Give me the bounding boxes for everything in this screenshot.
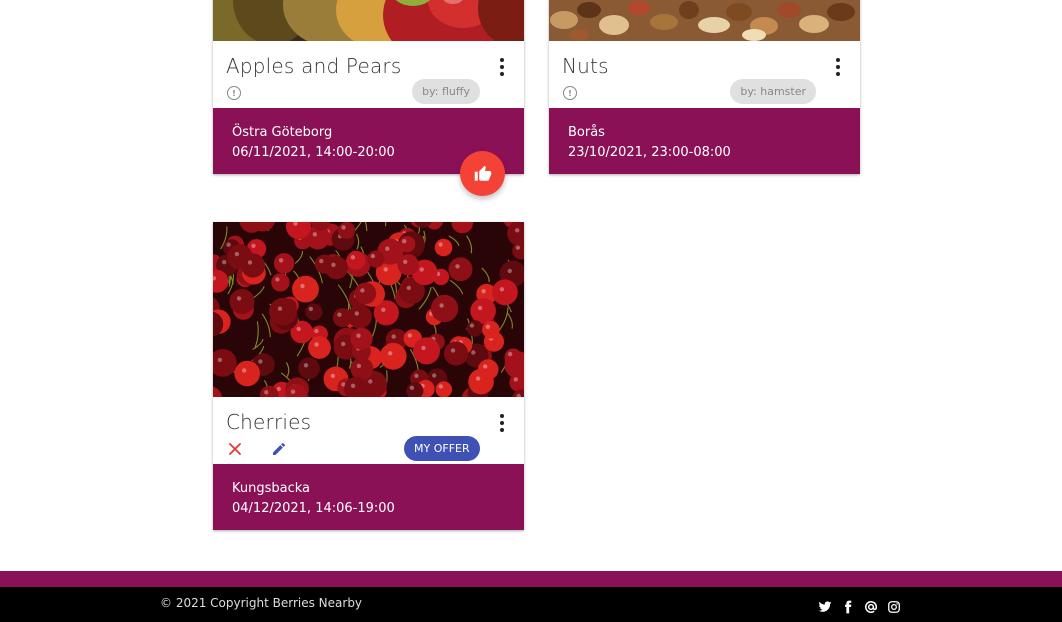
nuts-image[interactable]	[549, 0, 860, 41]
location-text: Östra Göteborg	[232, 125, 333, 140]
card-header: Nuts by: hamster	[549, 41, 860, 108]
card-details: Borås 23/10/2021, 23:00-08:00	[549, 108, 860, 174]
delete-button[interactable]	[227, 441, 243, 457]
footer-accent-band	[0, 571, 1062, 587]
pencil-icon	[273, 442, 286, 455]
card-title: Cherries	[226, 410, 312, 434]
instagram-icon[interactable]	[887, 599, 901, 613]
card-details: Kungsbacka 04/12/2021, 14:06-19:00	[213, 464, 524, 530]
info-icon[interactable]	[563, 86, 577, 100]
more-vert-icon[interactable]	[830, 58, 846, 76]
cherries-image[interactable]	[213, 222, 524, 397]
copyright-text: © 2021 Copyright Berries Nearby	[160, 596, 363, 610]
thumb-up-icon	[474, 165, 491, 181]
apples-photo	[213, 0, 524, 41]
author-chip: by: fluffy	[412, 79, 480, 104]
at-sign-icon[interactable]	[864, 599, 878, 613]
cherries-photo	[213, 222, 524, 397]
more-vert-icon[interactable]	[494, 414, 510, 432]
facebook-icon[interactable]	[841, 599, 855, 614]
close-icon	[229, 443, 241, 455]
apples-and-pears-image[interactable]	[213, 0, 524, 41]
twitter-icon[interactable]	[818, 599, 832, 613]
card-header: Apples and Pears by: fluffy	[213, 41, 524, 108]
time-text: 04/12/2021, 14:06-19:00	[232, 501, 395, 516]
time-text: 23/10/2021, 23:00-08:00	[568, 145, 731, 160]
info-icon[interactable]	[227, 86, 241, 100]
my-offer-chip[interactable]: MY OFFER	[404, 436, 480, 461]
location-text: Kungsbacka	[232, 481, 311, 496]
edit-button[interactable]	[271, 441, 287, 457]
card-title: Apples and Pears	[226, 54, 402, 78]
offer-card-cherries: Cherries Kungsbacka 04/12/2021, 14:06-19…	[213, 222, 524, 530]
location-text: Borås	[568, 125, 605, 140]
card-title: Nuts	[562, 54, 609, 78]
social-links	[818, 599, 901, 614]
offer-card-nuts: Nuts by: hamster Borås 23/10/2021, 23:00…	[549, 0, 860, 174]
site-footer: © 2021 Copyright Berries Nearby	[0, 587, 1062, 622]
author-chip: by: hamster	[730, 79, 816, 104]
offer-card-apples-and-pears: Apples and Pears by: fluffy Östra Götebo…	[213, 0, 524, 174]
like-button[interactable]	[460, 151, 505, 196]
nuts-photo	[549, 0, 860, 41]
more-vert-icon[interactable]	[494, 58, 510, 76]
